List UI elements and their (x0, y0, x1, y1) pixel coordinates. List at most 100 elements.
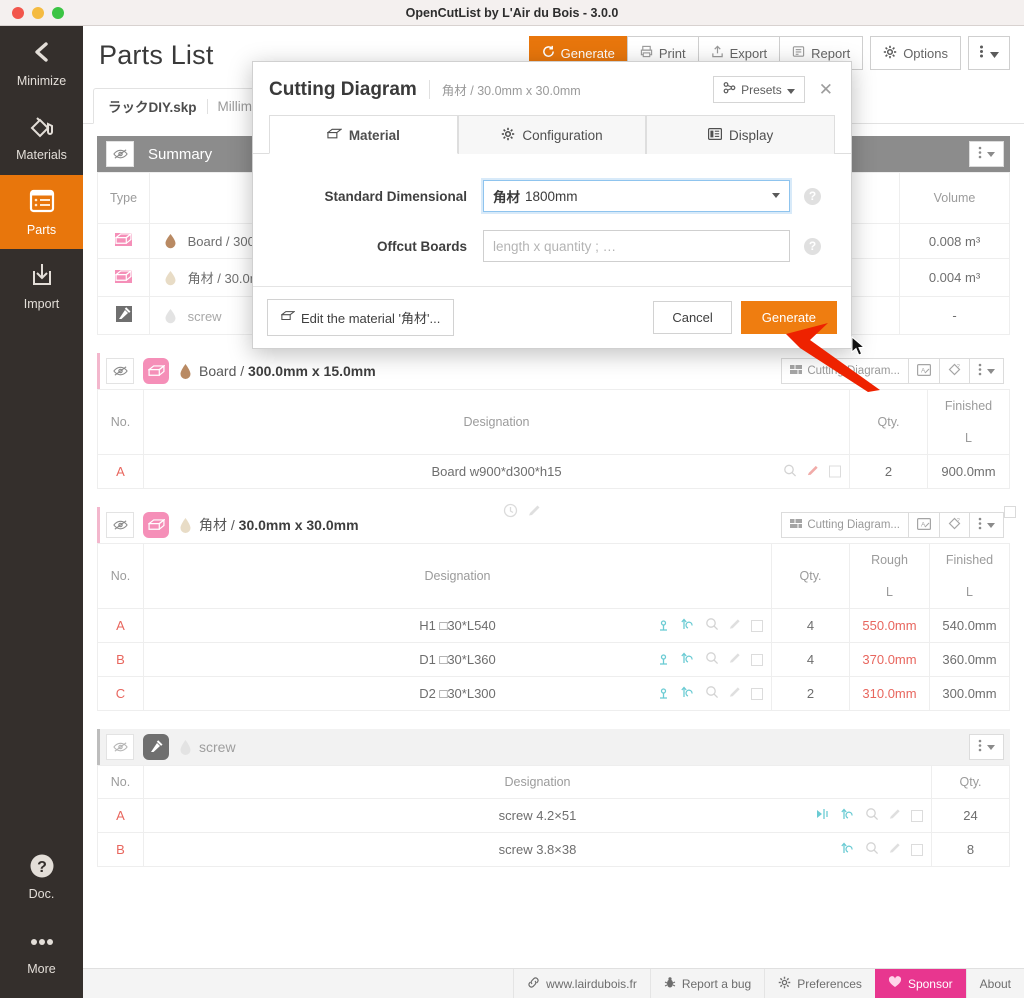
history-icon[interactable] (503, 503, 518, 521)
table-row[interactable]: A screw 4.2×51 24 (97, 798, 1010, 833)
labels-button[interactable]: A (908, 512, 940, 538)
presets-button[interactable]: Presets (713, 76, 805, 103)
tab-material-label: Material (348, 127, 400, 143)
tag-button[interactable]: ? (939, 358, 970, 384)
cutting-diagram-button[interactable]: Cutting Diagram... (781, 358, 909, 384)
grain-icon[interactable] (680, 651, 696, 669)
tag-button[interactable]: ? (939, 512, 970, 538)
group-kebab-button[interactable] (969, 734, 1004, 760)
group-title-prefix: Board / (199, 363, 249, 379)
sidebar-item-materials[interactable]: Materials (0, 100, 83, 174)
options-button[interactable]: Options (870, 36, 961, 70)
table-row[interactable]: A H1 □30*L540 4 550.0mm 540.0mm (97, 608, 1010, 643)
pencil-icon[interactable] (728, 685, 742, 702)
magnifier-icon[interactable] (865, 807, 879, 824)
row-designation-label: D2 □30*L300 (419, 686, 496, 701)
row-checkbox[interactable] (829, 465, 841, 478)
row-checkbox[interactable] (911, 843, 923, 856)
sidebar-item-label: Materials (16, 148, 67, 163)
toggle-visibility-icon[interactable] (106, 358, 134, 384)
grain-icon[interactable] (840, 841, 856, 859)
footer-website-link[interactable]: www.lairdubois.fr (513, 969, 650, 998)
offcut-boards-input[interactable]: length x quantity ; … (483, 230, 790, 262)
sidebar-item-parts[interactable]: Parts (0, 174, 83, 250)
grain-icon[interactable] (840, 807, 856, 825)
magnifier-icon[interactable] (783, 463, 797, 480)
summary-kebab-button[interactable] (969, 141, 1004, 167)
magnifier-icon[interactable] (705, 685, 719, 702)
summary-col-volume: Volume (899, 172, 1010, 224)
axes-icon[interactable] (656, 651, 671, 669)
close-icon[interactable]: ✕ (819, 81, 833, 98)
flip-icon[interactable] (815, 807, 831, 824)
grain-icon[interactable] (680, 617, 696, 635)
material-icon (326, 128, 343, 143)
row-checkbox[interactable] (911, 809, 923, 822)
group-kakuzai-header: 角材 / 30.0mm x 30.0mm Cutting Diagram... … (97, 507, 1010, 543)
pencil-icon[interactable] (728, 651, 742, 668)
row-checkbox[interactable] (751, 619, 763, 632)
tab-configuration[interactable]: Configuration (457, 115, 647, 154)
footer-report-bug[interactable]: Report a bug (649, 969, 765, 998)
chevron-down-icon (786, 83, 795, 97)
tab-material[interactable]: Material (269, 115, 458, 154)
file-tab[interactable]: ラックDIY.skp Millim (93, 88, 268, 124)
offcut-boards-help-icon[interactable]: ? (804, 237, 821, 255)
sidebar-item-import[interactable]: Import (0, 249, 83, 323)
table-row[interactable]: A Board w900*d300*h15 2 900.0mm (97, 454, 1010, 489)
table-row[interactable]: C D2 □30*L300 2 310.0mm 300.0mm (97, 676, 1010, 711)
footer-about[interactable]: About (965, 969, 1024, 998)
screw-parts-table: No. Designation Qty. A screw 4.2×51 24 B… (97, 506, 1016, 867)
col-finished: Finished (929, 543, 1010, 576)
tab-display[interactable]: Display (646, 115, 836, 154)
table-row[interactable]: B D1 □30*L360 4 370.0mm 360.0mm (97, 642, 1010, 677)
cutting-diagram-button[interactable]: Cutting Diagram... (781, 512, 909, 538)
pencil-icon[interactable] (888, 841, 902, 858)
pencil-icon[interactable] (888, 807, 902, 824)
toggle-visibility-icon[interactable] (106, 512, 134, 538)
generate-button-label: Generate (560, 45, 615, 61)
row-letter: A (97, 798, 144, 833)
edit-material-button[interactable]: Edit the material '角材'... (267, 299, 455, 336)
standard-dimensional-select[interactable]: 角材 1800mm (483, 180, 790, 212)
standard-dimensional-help-icon[interactable]: ? (804, 187, 821, 205)
magnifier-icon[interactable] (705, 617, 719, 634)
file-tab-name: ラックDIY.skp (108, 100, 197, 115)
sidebar-item-minimize[interactable]: Minimize (0, 26, 83, 100)
standard-dimensional-value-material: 角材 (493, 190, 520, 205)
pencil-icon[interactable] (728, 617, 742, 634)
col-designation-label: Designation (504, 775, 571, 789)
axes-icon[interactable] (656, 617, 671, 635)
footer-sponsor[interactable]: Sponsor (874, 969, 966, 998)
drop-icon (179, 739, 192, 756)
cancel-button[interactable]: Cancel (653, 301, 732, 334)
labels-button[interactable]: A (908, 358, 940, 384)
summary-type-cell (97, 258, 150, 297)
kebab-icon (978, 739, 982, 755)
table-row[interactable]: B screw 3.8×38 8 (97, 832, 1010, 867)
generate-diagram-button[interactable]: Generate (740, 301, 837, 334)
page-kebab-menu-button[interactable] (968, 36, 1010, 70)
group-kebab-button[interactable] (969, 358, 1004, 384)
sidebar-item-doc[interactable]: ? Doc. (0, 839, 83, 913)
sidebar-item-more[interactable]: More (0, 914, 83, 998)
magnifier-icon[interactable] (705, 651, 719, 668)
kebab-icon (978, 146, 982, 162)
options-button-label: Options (903, 45, 948, 61)
toggle-visibility-icon[interactable] (106, 734, 134, 760)
row-checkbox[interactable] (751, 653, 763, 666)
toggle-visibility-icon[interactable] (106, 141, 134, 167)
presets-icon (723, 82, 736, 97)
magnifier-icon[interactable] (865, 841, 879, 858)
select-all-checkbox[interactable] (1004, 506, 1016, 518)
footer-about-label: About (979, 976, 1011, 991)
footer-preferences[interactable]: Preferences (764, 969, 875, 998)
group-kebab-button[interactable] (969, 512, 1004, 538)
row-checkbox[interactable] (751, 687, 763, 700)
pencil-icon[interactable] (806, 463, 820, 480)
pencil-icon[interactable] (527, 503, 542, 521)
grain-icon[interactable] (680, 685, 696, 703)
field-row-offcut-boards: Offcut Boards length x quantity ; … ? (283, 230, 821, 262)
axes-icon[interactable] (656, 685, 671, 703)
modal-tabs: Material Configuration Display (253, 115, 851, 154)
